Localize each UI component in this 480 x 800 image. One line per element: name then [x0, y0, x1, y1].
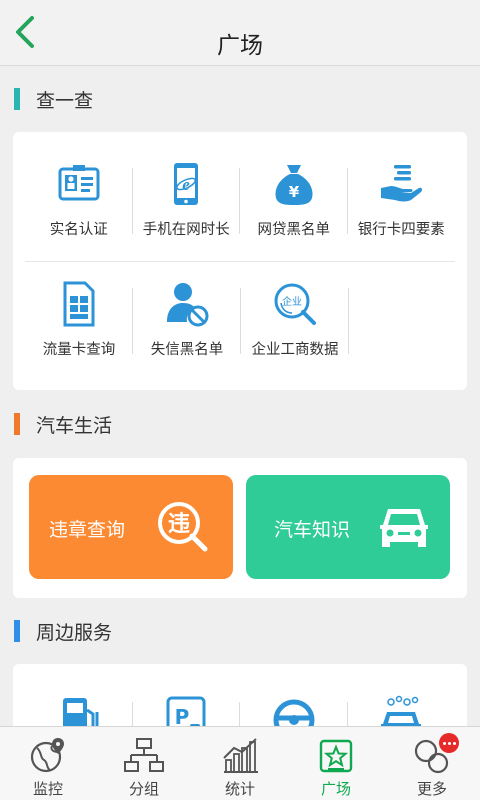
section-header-check: 查一查 — [0, 82, 480, 116]
svg-text:企业: 企业 — [282, 295, 302, 308]
check-item-phone-duration[interactable]: e 手机在网时长 — [133, 154, 241, 258]
check-item-bank-card[interactable]: 银行卡四要素 — [348, 154, 456, 258]
car-icon — [380, 509, 428, 547]
violation-search-icon: 违 — [158, 502, 208, 552]
check-item-label: 失信黑名单 — [150, 342, 224, 358]
check-row-2: 流量卡查询 失信黑名单 企业 企业工商数据 — [25, 274, 455, 378]
check-item-realname[interactable]: 实名认证 — [25, 154, 133, 258]
check-item-loan-blacklist[interactable]: ¥ 网贷黑名单 — [240, 154, 348, 258]
check-item-data-card[interactable]: 流量卡查询 — [25, 274, 133, 378]
row-divider — [25, 261, 455, 262]
car-card: 违章查询 违 汽车知识 — [13, 458, 467, 598]
enterprise-search-icon: 企业 — [274, 283, 316, 325]
tab-label: 广场 — [320, 780, 351, 798]
violation-query-button[interactable]: 违章查询 违 — [29, 475, 233, 579]
check-row-1: 实名认证 e 手机在网时长 ¥ 网贷黑名单 银行卡四要素 — [25, 154, 455, 258]
violation-query-label: 违章查询 — [49, 519, 126, 541]
globe-pin-icon — [30, 738, 64, 773]
tab-monitor[interactable]: 监控 — [0, 727, 96, 800]
tab-label: 更多 — [416, 780, 447, 798]
section-title-check: 查一查 — [36, 89, 94, 112]
hand-card-icon — [381, 165, 423, 202]
check-item-dishonest-list[interactable]: 失信黑名单 — [133, 274, 241, 378]
user-blocked-icon — [167, 283, 209, 327]
org-chart-icon — [124, 738, 164, 772]
phone-ie-icon: e — [174, 163, 199, 205]
tab-label: 监控 — [32, 780, 63, 798]
car-knowledge-button[interactable]: 汽车知识 — [246, 475, 450, 579]
section-marker — [14, 620, 20, 642]
tab-more[interactable]: 更多 — [384, 727, 480, 800]
sim-card-icon — [63, 281, 95, 327]
bar-chart-icon — [223, 738, 258, 773]
id-card-icon — [58, 165, 100, 201]
check-item-label: 网贷黑名单 — [257, 222, 331, 238]
check-item-label: 流量卡查询 — [42, 342, 116, 358]
tab-label: 统计 — [224, 780, 255, 798]
check-item-enterprise-data[interactable]: 企业 企业工商数据 — [241, 274, 349, 378]
section-header-nearby: 周边服务 — [0, 614, 480, 648]
check-item-label: 手机在网时长 — [142, 222, 230, 238]
check-item-label: 实名认证 — [49, 222, 108, 238]
car-knowledge-label: 汽车知识 — [274, 519, 351, 541]
header: 广场 — [0, 0, 480, 66]
tab-square[interactable]: 广场 — [288, 727, 384, 800]
svg-text:e: e — [182, 175, 190, 194]
tab-group[interactable]: 分组 — [96, 727, 192, 800]
check-item-label: 银行卡四要素 — [357, 222, 445, 238]
tab-statistics[interactable]: 统计 — [192, 727, 288, 800]
section-title-car: 汽车生活 — [36, 414, 113, 437]
tab-label: 分组 — [128, 780, 159, 798]
check-card: 实名认证 e 手机在网时长 ¥ 网贷黑名单 银行卡四要素 流量卡查询 失信黑名单… — [13, 132, 467, 390]
page-title: 广场 — [217, 33, 263, 59]
check-item-label: 企业工商数据 — [251, 342, 339, 358]
violation-glyph: 违 — [168, 511, 190, 537]
section-title-nearby: 周边服务 — [36, 621, 113, 644]
svg-text:¥: ¥ — [289, 183, 300, 201]
notification-badge — [439, 733, 459, 753]
square-star-icon — [319, 739, 353, 773]
section-marker — [14, 413, 20, 435]
section-header-car: 汽车生活 — [0, 407, 480, 441]
section-marker — [14, 88, 20, 110]
money-bag-icon: ¥ — [275, 165, 313, 205]
bottom-tab-bar: 监控 分组 统计 广场 更多 — [0, 726, 480, 800]
